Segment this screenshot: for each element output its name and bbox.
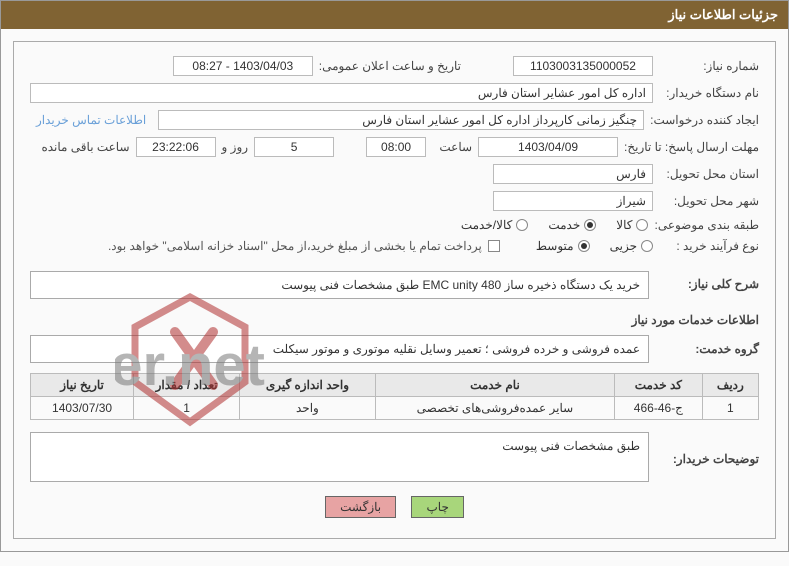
payment-note: پرداخت تمام یا بخشی از مبلغ خرید،از محل … <box>108 239 482 253</box>
buyer-contact-link[interactable]: اطلاعات تماس خریدار <box>30 113 152 127</box>
service-group-label: گروه خدمت: <box>649 342 759 356</box>
row-category: طبقه بندی موضوعی: کالا خدمت کالا/خدمت <box>30 218 759 232</box>
buyer-org-label: نام دستگاه خریدار: <box>659 86 759 100</box>
time-remaining: 23:22:06 <box>136 137 216 157</box>
radio-icon <box>584 219 596 231</box>
days-suffix: روز و <box>222 140 249 154</box>
buyer-note-label: توضیحات خریدار: <box>649 432 759 466</box>
cell-unit: واحد <box>240 397 376 420</box>
th-code: کد خدمت <box>615 374 703 397</box>
radio-motevaset[interactable]: متوسط <box>536 239 590 253</box>
service-group-value: عمده فروشی و خرده فروشی ؛ تعمیر وسایل نق… <box>30 335 649 363</box>
buyer-note-value: طبق مشخصات فنی پیوست <box>30 432 649 482</box>
requester-value: چنگیز زمانی کارپرداز اداره کل امور عشایر… <box>158 110 644 130</box>
category-radio-group: کالا خدمت کالا/خدمت <box>461 218 649 232</box>
row-city: شهر محل تحویل: شیراز <box>30 191 759 211</box>
need-no-label: شماره نیاز: <box>659 59 759 73</box>
radio-icon <box>636 219 648 231</box>
th-unit: واحد اندازه گیری <box>240 374 376 397</box>
cell-row: 1 <box>702 397 758 420</box>
radio-kala[interactable]: کالا <box>616 218 648 232</box>
deadline-time-value: 08:00 <box>366 137 426 157</box>
radio-khadmat[interactable]: خدمت <box>548 218 596 232</box>
buyer-org-value: اداره کل امور عشایر استان فارس <box>30 83 653 103</box>
radio-kalakhadmat[interactable]: کالا/خدمت <box>461 218 528 232</box>
cell-code: ج-46-466 <box>615 397 703 420</box>
time-label: ساعت <box>432 140 472 154</box>
service-info-heading: اطلاعات خدمات مورد نیاز <box>30 313 759 327</box>
row-requester: ایجاد کننده درخواست: چنگیز زمانی کارپردا… <box>30 110 759 130</box>
requester-label: ایجاد کننده درخواست: <box>650 113 759 127</box>
treasury-checkbox[interactable] <box>488 240 500 252</box>
need-desc-label: شرح کلی نیاز: <box>649 271 759 291</box>
publish-dt-value: 1403/04/03 - 08:27 <box>173 56 313 76</box>
radio-kalakhadmat-label: کالا/خدمت <box>461 218 512 232</box>
row-need-no: شماره نیاز: 1103003135000052 تاریخ و ساع… <box>30 56 759 76</box>
button-row: چاپ بازگشت <box>30 496 759 518</box>
deadline-date-value: 1403/04/09 <box>478 137 618 157</box>
print-button[interactable]: چاپ <box>411 496 463 518</box>
category-label: طبقه بندی موضوعی: <box>654 218 759 232</box>
th-row: ردیف <box>702 374 758 397</box>
th-name: نام خدمت <box>375 374 614 397</box>
radio-icon <box>578 240 590 252</box>
deadline-label: مهلت ارسال پاسخ: تا تاریخ: <box>624 140 759 154</box>
city-label: شهر محل تحویل: <box>659 194 759 208</box>
panel-title-text: جزئیات اطلاعات نیاز <box>668 7 778 22</box>
radio-motevaset-label: متوسط <box>536 239 574 253</box>
section-need-desc: شرح کلی نیاز: خرید یک دستگاه ذخیره ساز E… <box>30 271 759 299</box>
form-body: AriaTender.net شماره نیاز: 1103003135000… <box>13 41 776 539</box>
radio-kala-label: کالا <box>616 218 632 232</box>
radio-icon <box>641 240 653 252</box>
need-no-value: 1103003135000052 <box>513 56 653 76</box>
service-table: ردیف کد خدمت نام خدمت واحد اندازه گیری ت… <box>30 373 759 420</box>
row-province: استان محل تحویل: فارس <box>30 164 759 184</box>
th-qty: تعداد / مقدار <box>134 374 240 397</box>
province-value: فارس <box>493 164 653 184</box>
need-desc-value: خرید یک دستگاه ذخیره ساز EMC unity 480 ط… <box>30 271 649 299</box>
purchase-type-label: نوع فرآیند خرید : <box>659 239 759 253</box>
cell-date: 1403/07/30 <box>31 397 134 420</box>
radio-jozi-label: جزیی <box>610 239 637 253</box>
days-remaining: 5 <box>254 137 334 157</box>
city-value: شیراز <box>493 191 653 211</box>
row-purchase-type: نوع فرآیند خرید : جزیی متوسط پرداخت تمام… <box>30 239 759 253</box>
row-deadline: مهلت ارسال پاسخ: تا تاریخ: 1403/04/09 سا… <box>30 137 759 157</box>
row-service-group: گروه خدمت: عمده فروشی و خرده فروشی ؛ تعم… <box>30 335 759 363</box>
table-header-row: ردیف کد خدمت نام خدمت واحد اندازه گیری ت… <box>31 374 759 397</box>
panel-title: جزئیات اطلاعات نیاز <box>1 1 788 29</box>
cell-name: سایر عمده‌فروشی‌های تخصصی <box>375 397 614 420</box>
publish-dt-label: تاریخ و ساعت اعلان عمومی: <box>319 59 461 73</box>
province-label: استان محل تحویل: <box>659 167 759 181</box>
radio-icon <box>516 219 528 231</box>
remaining-suffix: ساعت باقی مانده <box>41 140 129 154</box>
th-date: تاریخ نیاز <box>31 374 134 397</box>
radio-jozi[interactable]: جزیی <box>610 239 653 253</box>
back-button[interactable]: بازگشت <box>325 496 396 518</box>
page: جزئیات اطلاعات نیاز AriaTender.net شماره… <box>0 0 789 552</box>
row-buyer-org: نام دستگاه خریدار: اداره کل امور عشایر ا… <box>30 83 759 103</box>
row-buyer-note: توضیحات خریدار: طبق مشخصات فنی پیوست <box>30 432 759 482</box>
radio-khadmat-label: خدمت <box>548 218 580 232</box>
purchase-type-radio-group: جزیی متوسط <box>536 239 653 253</box>
table-row: 1 ج-46-466 سایر عمده‌فروشی‌های تخصصی واح… <box>31 397 759 420</box>
cell-qty: 1 <box>134 397 240 420</box>
